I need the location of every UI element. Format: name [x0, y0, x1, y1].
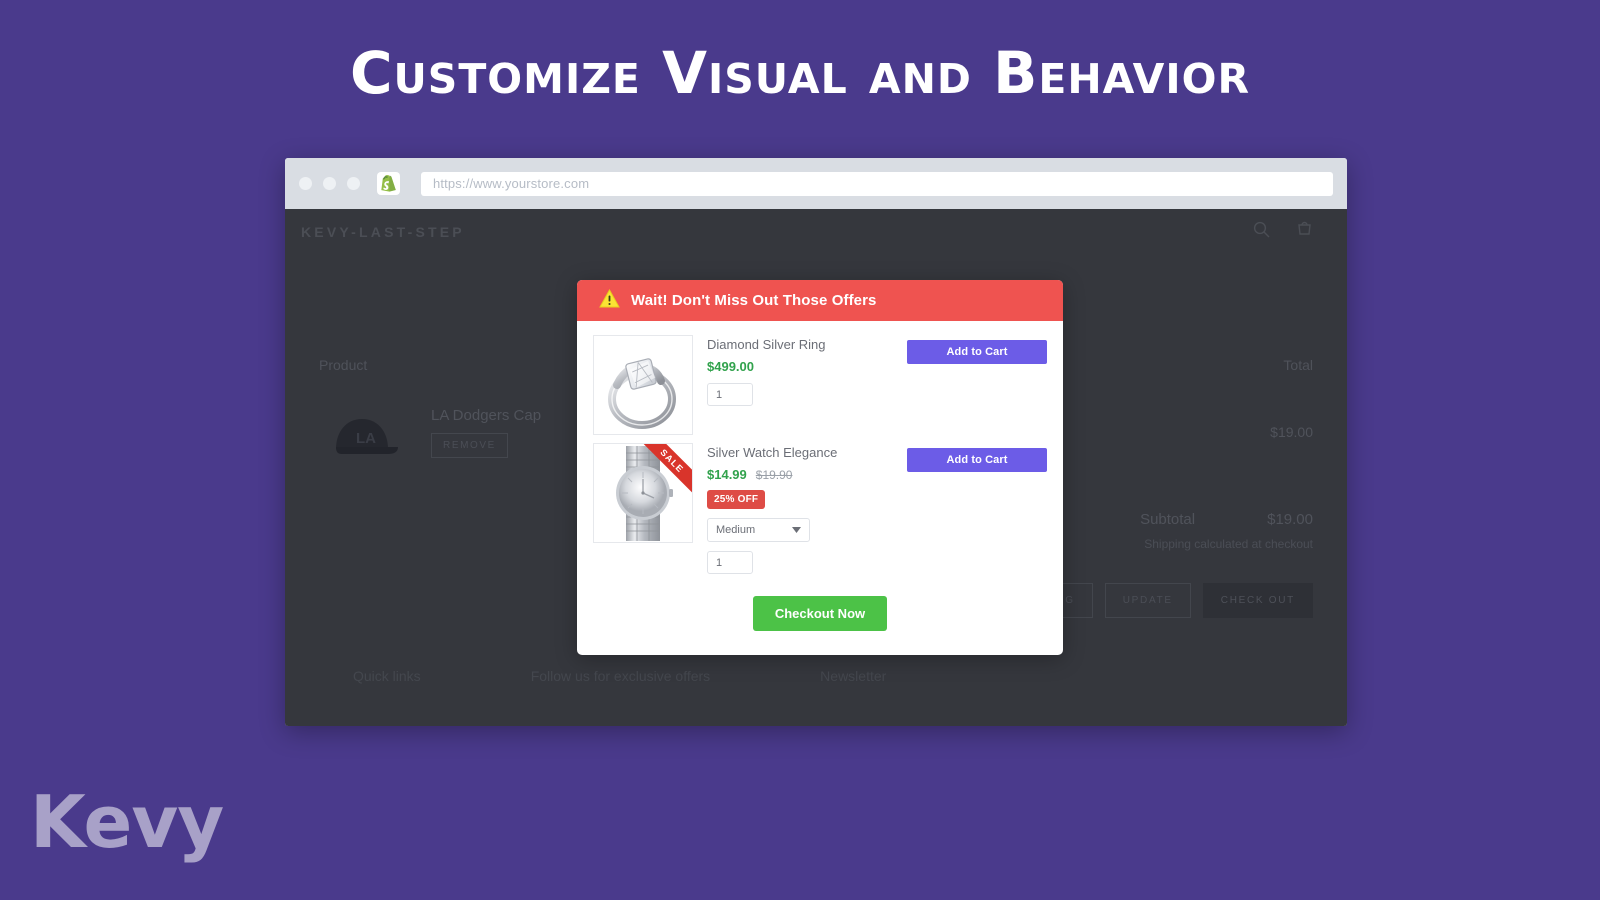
url-text: https://www.yourstore.com — [433, 176, 590, 191]
modal-footer: Checkout Now — [593, 582, 1047, 655]
check-out-button[interactable]: CHECK OUT — [1202, 583, 1313, 618]
baseball-cap-image: LA — [319, 399, 405, 465]
add-to-cart-button[interactable]: Add to Cart — [907, 340, 1047, 364]
warning-triangle-icon — [599, 288, 620, 313]
offer-compare-at-price: $19.90 — [755, 468, 793, 482]
variant-select-value: Medium — [716, 524, 756, 536]
offer-title[interactable]: Silver Watch Elegance — [707, 445, 893, 460]
offer-action: Add to Cart — [907, 335, 1047, 364]
modal-title: Wait! Don't Miss Out Those Offers — [631, 292, 877, 309]
page-title: Customize Visual and Behavior — [349, 39, 1251, 107]
diamond-silver-ring-image[interactable] — [593, 335, 693, 435]
add-to-cart-button[interactable]: Add to Cart — [907, 448, 1047, 472]
update-cart-button[interactable]: UPDATE — [1104, 583, 1191, 618]
store-page: KEVY-LAST-STEP Product Total LA LA Dodge… — [285, 209, 1347, 726]
modal-header: Wait! Don't Miss Out Those Offers — [577, 280, 1063, 321]
cart-col-product: Product — [319, 357, 368, 373]
window-maximize-dot[interactable] — [347, 177, 360, 190]
shopify-logo-icon — [377, 172, 400, 195]
offer-quantity-input[interactable]: 1 — [707, 551, 753, 574]
cart-item-total: $19.00 — [1270, 424, 1313, 440]
cart-remove-button[interactable]: REMOVE — [431, 432, 508, 458]
footer-col-newsletter: Newsletter — [820, 668, 887, 684]
chevron-down-icon — [792, 524, 801, 536]
offer-price-line: $14.99 $19.90 — [707, 467, 893, 482]
offer-row: SALE Silver Watch Elegance $14.99 $19.90… — [593, 443, 1047, 582]
offer-price: $499.00 — [707, 359, 754, 374]
address-bar[interactable]: https://www.yourstore.com — [421, 171, 1333, 196]
variant-select[interactable]: Medium — [707, 518, 810, 542]
offer-info: Silver Watch Elegance $14.99 $19.90 25% … — [707, 443, 893, 574]
offer-info: Diamond Silver Ring $499.00 1 — [707, 335, 893, 406]
search-icon[interactable] — [1253, 221, 1270, 243]
cart-icon[interactable] — [1296, 221, 1313, 243]
offer-price: $14.99 — [707, 467, 747, 482]
offer-quantity-input[interactable]: 1 — [707, 383, 753, 406]
svg-text:LA: LA — [356, 430, 376, 447]
store-header: KEVY-LAST-STEP — [285, 209, 1347, 255]
cart-subtotal-label: Subtotal — [1140, 511, 1196, 528]
offer-row: Diamond Silver Ring $499.00 1 Add to Car… — [593, 335, 1047, 443]
store-footer: Quick links Follow us for exclusive offe… — [319, 668, 1313, 684]
store-header-icons — [1253, 221, 1313, 243]
kevy-logo-text: Kevy — [30, 780, 224, 864]
window-close-dot[interactable] — [299, 177, 312, 190]
cart-col-total: Total — [1283, 357, 1313, 373]
silver-watch-image[interactable]: SALE — [593, 443, 693, 543]
browser-window: https://www.yourstore.com KEVY-LAST-STEP — [285, 158, 1347, 726]
footer-col-quick-links: Quick links — [353, 668, 421, 684]
cart-subtotal-value: $19.00 — [1267, 511, 1313, 528]
kevy-logo: Kevy — [30, 780, 224, 864]
offer-price-line: $499.00 — [707, 359, 893, 374]
modal-body: Diamond Silver Ring $499.00 1 Add to Car… — [577, 321, 1063, 655]
upsell-modal: Wait! Don't Miss Out Those Offers Diamon… — [577, 280, 1063, 655]
discount-badge: 25% OFF — [707, 490, 766, 509]
store-name[interactable]: KEVY-LAST-STEP — [301, 224, 465, 240]
offer-title[interactable]: Diamond Silver Ring — [707, 337, 893, 352]
checkout-now-button[interactable]: Checkout Now — [752, 596, 888, 631]
window-minimize-dot[interactable] — [323, 177, 336, 190]
footer-col-follow-us: Follow us for exclusive offers — [530, 668, 711, 684]
offer-action: Add to Cart — [907, 443, 1047, 472]
browser-toolbar: https://www.yourstore.com — [285, 158, 1347, 209]
